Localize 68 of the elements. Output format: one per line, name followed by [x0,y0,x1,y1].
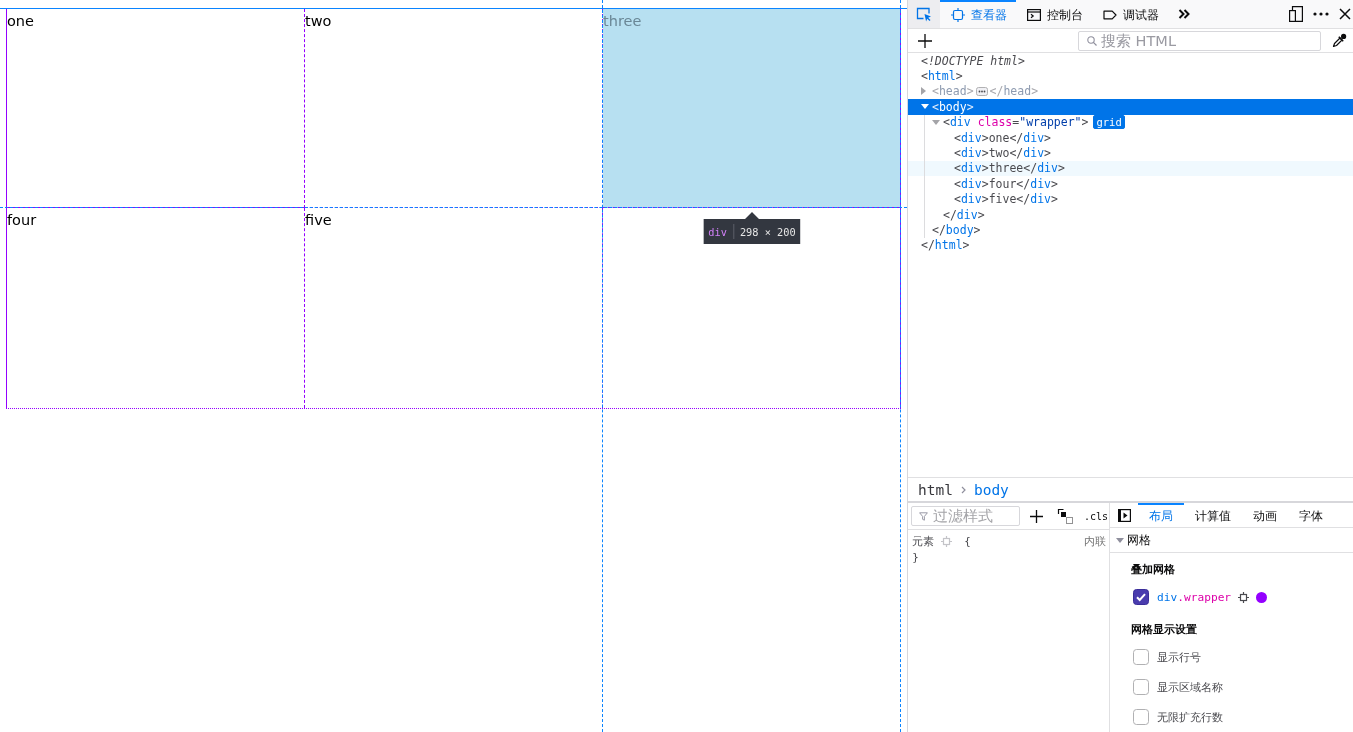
checkbox-label: 显示行号 [1157,649,1201,665]
checkbox[interactable] [1133,709,1149,725]
sidebar-tab[interactable]: 动画 [1242,503,1288,527]
section-heading: 网格显示设置 [1131,623,1197,637]
grid-cell: three [603,9,900,208]
pointer-box-icon [916,6,932,22]
chevron-icon [960,485,966,494]
stacked-squares-icon[interactable] [1057,508,1073,524]
section-heading: 叠加网格 [1131,563,1175,577]
rule-selector: 元素 [912,533,934,549]
filter-icon [919,512,928,521]
search-field[interactable]: 搜索 HTML [1078,30,1321,51]
grid-cell: four [7,208,305,408]
add-icon[interactable] [1030,509,1043,523]
close-icon[interactable] [1339,8,1351,20]
sidebar-tab[interactable]: 字体 [1288,503,1334,527]
checkbox-label: 显示区域名称 [1157,679,1223,695]
more-icon[interactable] [1313,12,1329,16]
add-icon[interactable] [918,33,932,48]
rule-source: 内联 [1084,533,1106,549]
sidebar-tab[interactable]: 布局 [1138,503,1184,527]
tree-node[interactable]: <div>four</div> [954,176,1058,191]
grid-element-label: div.wrapper [1157,590,1232,604]
devtools-tab[interactable]: 查看器 [940,0,1016,28]
class-toggle-button[interactable]: .cls [1084,510,1109,522]
filter-field[interactable]: 过滤样式 [911,506,1020,526]
grid-cell: one [7,9,305,208]
closing-tag[interactable]: </div> [943,207,985,222]
checkbox[interactable] [1133,649,1149,665]
breadcrumb[interactable]: body [973,481,1009,498]
ellipsis-icon[interactable] [975,86,988,96]
tree-node[interactable]: <div>three</div> [954,161,1065,176]
brace: { [964,534,971,548]
search-icon [1087,35,1097,46]
closing-tag[interactable]: </body> [932,223,981,237]
tree-node[interactable]: <div>five</div> [954,192,1058,207]
caret-down-icon[interactable] [921,104,929,110]
closing-tag[interactable]: </html> [921,238,970,253]
hovered-row[interactable]: <div>three</div> [908,160,1353,177]
double-chevron-icon[interactable] [1178,8,1190,20]
target-square-icon [951,8,965,22]
tag-icon [1103,8,1117,22]
section-header[interactable]: 网格 [1110,528,1353,553]
target-square-icon[interactable] [1238,591,1250,603]
devtools-tab[interactable]: 控制台 [1016,0,1092,28]
eyedropper-icon[interactable] [1332,33,1347,48]
tree-node[interactable]: <html> [921,69,963,84]
swatch-icon[interactable] [1256,591,1268,603]
brace: } [912,550,919,564]
tree-node[interactable]: <body> [932,99,974,114]
terminal-icon [1027,8,1041,22]
checkbox[interactable] [1133,589,1149,605]
split-window-icon[interactable] [1289,6,1303,22]
doctype-declaration[interactable]: <!DOCTYPE html> [921,53,1025,68]
sidebar-tab[interactable]: 计算值 [1184,503,1242,527]
tree-node[interactable]: <div class="wrapper"> [943,115,1089,130]
tree-node[interactable]: <div>two</div> [954,146,1051,161]
devtools-tab[interactable]: 调试器 [1092,0,1168,28]
tree-node[interactable]: <div>one</div> [954,130,1051,145]
checkbox-label: 无限扩充行数 [1157,709,1223,725]
selected-row[interactable]: <body> [908,99,1353,115]
checkbox[interactable] [1133,679,1149,695]
grid-badge[interactable]: grid [1093,115,1125,130]
breadcrumb[interactable]: html [918,481,953,498]
grid-cell: five [305,208,603,408]
tooltip-size: 298 × 200 [739,225,796,238]
element-picker-button[interactable] [908,0,940,28]
tooltip-tag: div [708,225,727,238]
